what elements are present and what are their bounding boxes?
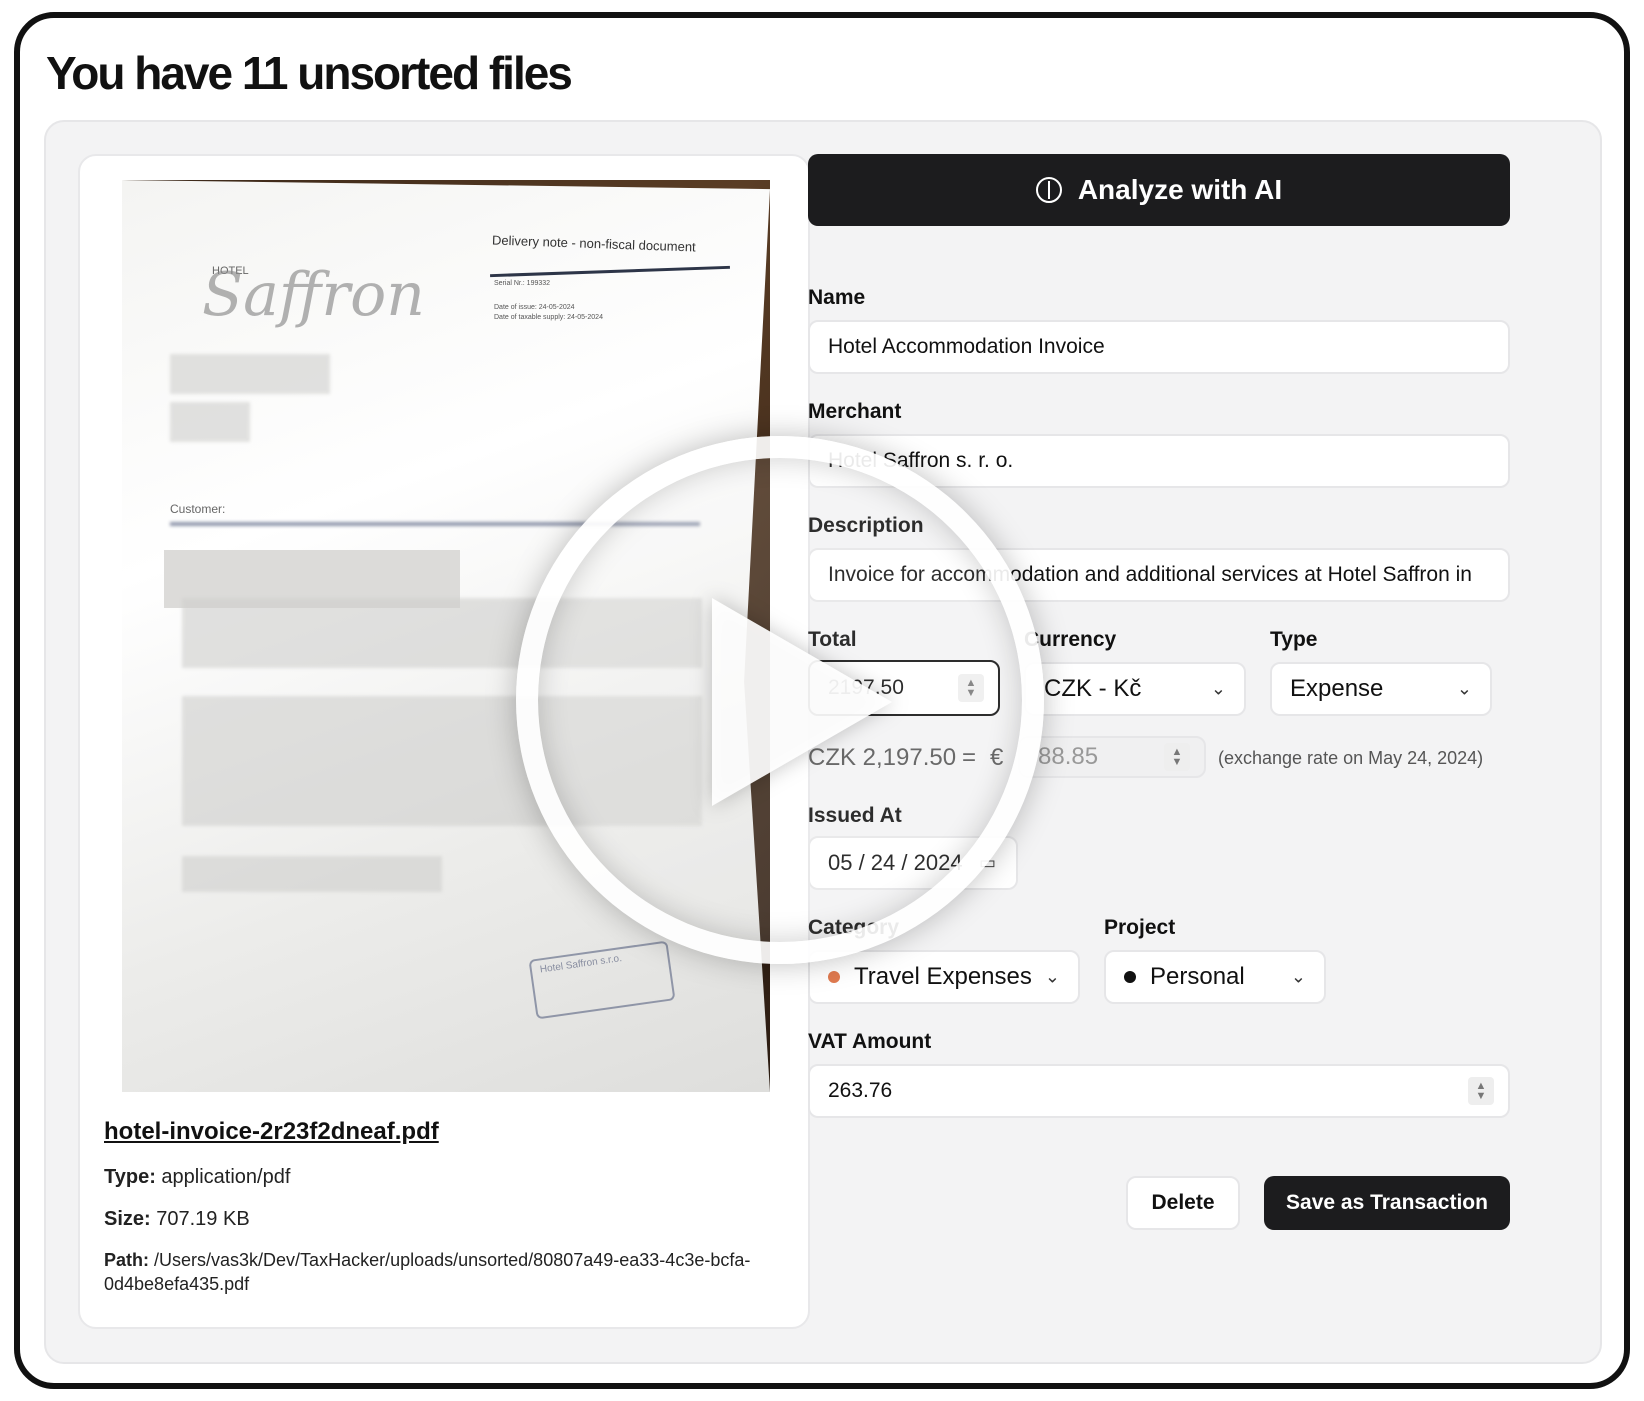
type-label: Type bbox=[1270, 628, 1318, 651]
analyze-with-ai-button[interactable]: Analyze with AI bbox=[808, 154, 1510, 226]
project-select[interactable]: Personal ⌄ bbox=[1104, 950, 1326, 1004]
project-label: Project bbox=[1104, 916, 1176, 939]
type-value: Expense bbox=[1290, 675, 1384, 702]
chevron-down-icon: ⌄ bbox=[1044, 966, 1060, 987]
document-date-supply: Date of taxable supply: 24-05-2024 bbox=[494, 314, 603, 321]
vat-amount-value: 263.76 bbox=[828, 1079, 893, 1102]
vat-amount-input[interactable]: 263.76 ▲ ▼ bbox=[808, 1064, 1510, 1118]
category-select[interactable]: Travel Expenses ⌄ bbox=[808, 950, 1080, 1004]
file-type-label: Type: bbox=[104, 1166, 156, 1188]
project-value: Personal bbox=[1150, 963, 1245, 990]
document-date-issue: Date of issue: 24-05-2024 bbox=[494, 304, 575, 311]
merchant-label: Merchant bbox=[808, 400, 902, 423]
document-serial: Serial Nr.: 199332 bbox=[494, 280, 551, 287]
type-select[interactable]: Expense ⌄ bbox=[1270, 662, 1492, 716]
currency-select[interactable]: CZK - Kč ⌄ bbox=[1024, 662, 1246, 716]
file-type-value: application/pdf bbox=[161, 1166, 291, 1188]
file-path: Path: /Users/vas3k/Dev/TaxHacker/uploads… bbox=[104, 1248, 784, 1296]
file-path-label: Path: bbox=[104, 1250, 149, 1270]
file-path-value: /Users/vas3k/Dev/TaxHacker/uploads/unsor… bbox=[104, 1250, 751, 1294]
brain-icon bbox=[1035, 177, 1062, 203]
name-input[interactable]: Hotel Accommodation Invoice bbox=[808, 320, 1510, 374]
currency-value: CZK - Kč bbox=[1044, 675, 1142, 702]
file-size: Size: 707.19 KB bbox=[104, 1208, 250, 1231]
vat-amount-label: VAT Amount bbox=[808, 1030, 932, 1053]
chevron-down-icon: ⌄ bbox=[1290, 966, 1306, 987]
document-customer-label: Customer: bbox=[170, 502, 226, 516]
play-icon[interactable] bbox=[712, 598, 892, 806]
page-title: You have 11 unsorted files bbox=[46, 47, 573, 99]
file-size-value: 707.19 KB bbox=[156, 1208, 250, 1230]
save-as-transaction-button[interactable]: Save as Transaction bbox=[1264, 1176, 1510, 1230]
converted-amount-stepper-icon[interactable]: ▲ ▼ bbox=[1164, 743, 1190, 771]
file-type: Type: application/pdf bbox=[104, 1166, 290, 1189]
file-name-link[interactable]: hotel-invoice-2r23f2dneaf.pdf bbox=[104, 1118, 439, 1146]
chevron-down-icon: ⌄ bbox=[1210, 678, 1226, 699]
category-color-dot bbox=[828, 971, 840, 983]
name-label: Name bbox=[808, 286, 866, 309]
document-id-block bbox=[170, 402, 250, 442]
converted-amount-input[interactable]: 88.85 ▲ ▼ bbox=[1018, 736, 1206, 778]
chevron-down-icon: ⌄ bbox=[1456, 678, 1472, 699]
vat-amount-stepper-icon[interactable]: ▲ ▼ bbox=[1468, 1077, 1494, 1105]
exchange-rate-note: (exchange rate on May 24, 2024) bbox=[1218, 748, 1484, 768]
converted-amount-value: 88.85 bbox=[1038, 743, 1099, 770]
category-value: Travel Expenses bbox=[854, 963, 1032, 990]
project-color-dot bbox=[1124, 971, 1136, 983]
analyze-with-ai-label: Analyze with AI bbox=[1077, 174, 1283, 205]
delete-button[interactable]: Delete bbox=[1126, 1176, 1240, 1230]
document-address-block bbox=[170, 354, 330, 394]
file-size-label: Size: bbox=[104, 1208, 151, 1230]
document-logo: Saffron bbox=[202, 260, 425, 330]
document-payment-table bbox=[182, 856, 442, 892]
